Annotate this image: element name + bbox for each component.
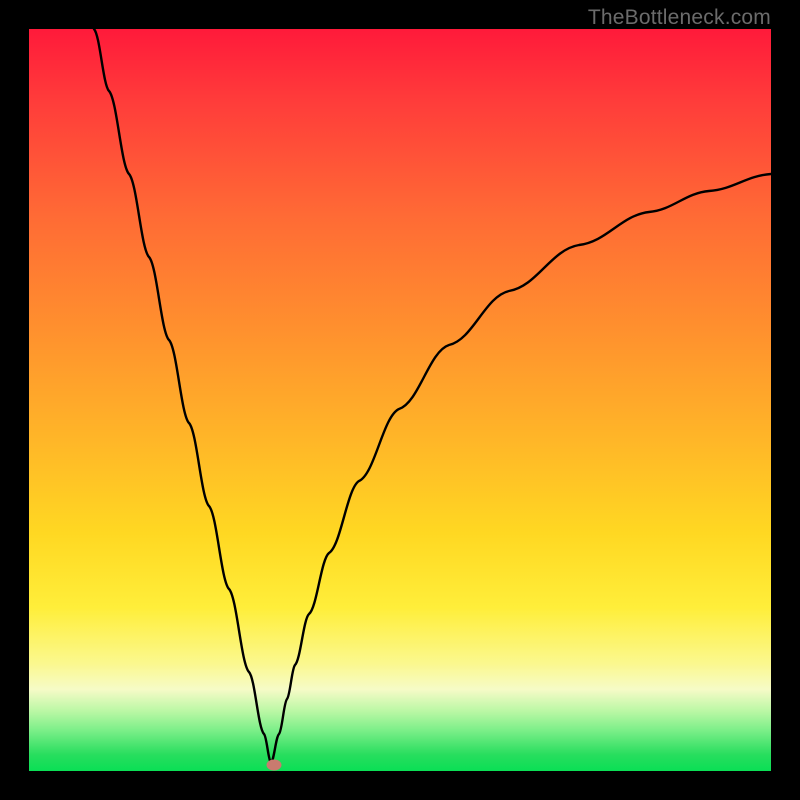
- chart-stage: TheBottleneck.com: [0, 0, 800, 800]
- bottleneck-curve: [29, 29, 771, 771]
- minimum-marker: [267, 760, 282, 771]
- plot-area: [29, 29, 771, 771]
- watermark-text: TheBottleneck.com: [588, 6, 771, 30]
